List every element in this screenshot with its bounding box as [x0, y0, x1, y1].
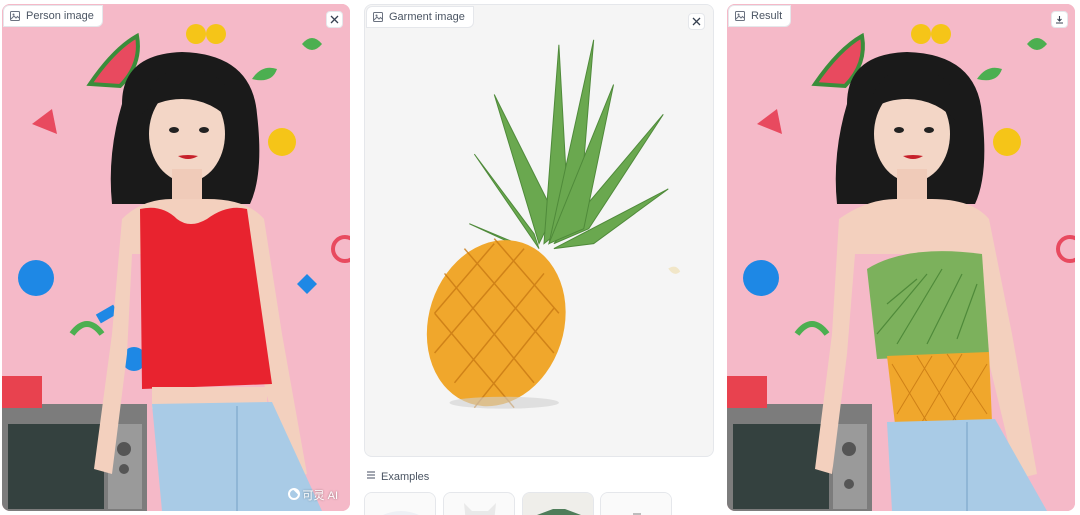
garment-clear-button[interactable]	[688, 13, 705, 30]
result-photo	[727, 4, 1075, 511]
download-icon	[1055, 11, 1064, 29]
image-icon	[373, 12, 383, 22]
person-image-panel[interactable]: Person image 可灵 AI	[2, 4, 350, 511]
examples-label-text: Examples	[381, 470, 430, 483]
person-photo	[2, 4, 350, 511]
person-image-label-text: Person image	[26, 10, 94, 22]
result-image-panel: Result	[727, 4, 1075, 511]
example-thumbnail[interactable]	[600, 492, 672, 515]
example-thumbnail[interactable]	[522, 492, 594, 515]
close-icon	[692, 13, 701, 31]
kling-logo-icon	[287, 487, 300, 503]
examples-header: Examples	[366, 470, 429, 483]
watermark: 可灵 AI	[287, 487, 338, 503]
example-green-shirt-image	[523, 493, 593, 515]
example-white-tank-image	[444, 493, 514, 515]
garment-photo	[365, 5, 713, 456]
garment-image-label-text: Garment image	[389, 11, 465, 23]
image-icon	[10, 11, 20, 21]
example-thumbnail[interactable]	[364, 492, 436, 515]
list-icon	[366, 470, 376, 483]
example-thumbnail[interactable]	[443, 492, 515, 515]
result-label: Result	[728, 5, 792, 27]
result-label-text: Result	[751, 10, 783, 22]
example-white-tshirt-image	[365, 493, 435, 515]
example-white-top-image	[601, 493, 671, 515]
garment-image-panel[interactable]: Garment image	[364, 4, 714, 457]
garment-image-label: Garment image	[366, 6, 474, 28]
person-clear-button[interactable]	[326, 11, 343, 28]
close-icon	[330, 11, 339, 29]
download-button[interactable]	[1051, 11, 1068, 28]
watermark-text: 可灵 AI	[302, 490, 338, 502]
image-icon	[735, 11, 745, 21]
person-image-label: Person image	[3, 5, 103, 27]
